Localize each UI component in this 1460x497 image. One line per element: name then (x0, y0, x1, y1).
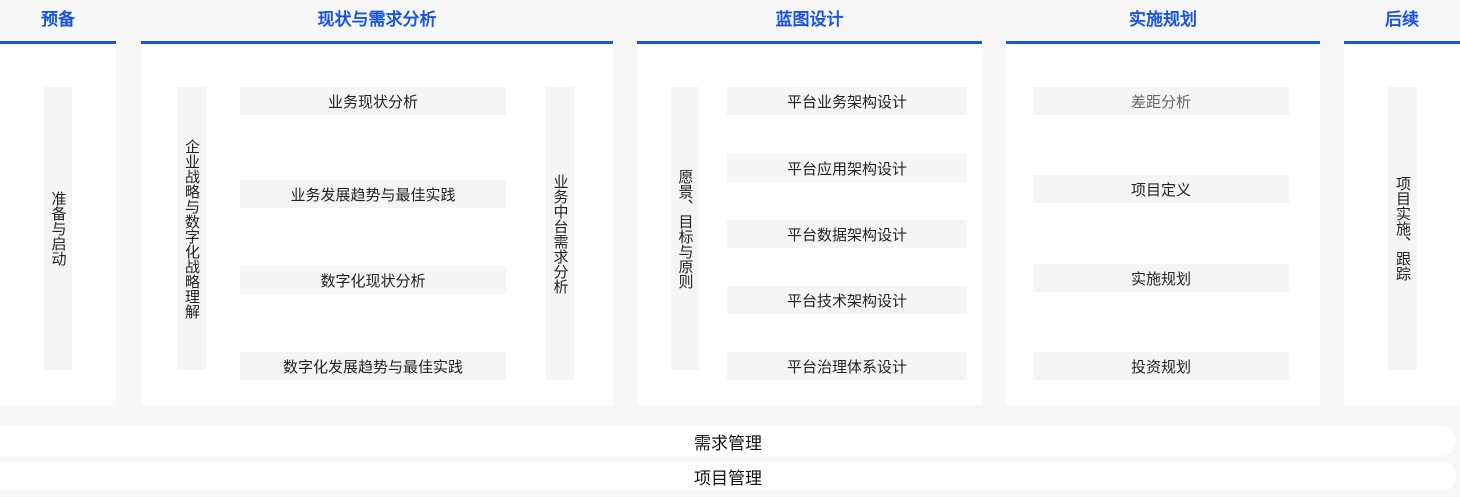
blueprint-item: 平台业务架构设计 (727, 87, 967, 115)
blueprint-item: 平台技术架构设计 (727, 286, 967, 314)
vision-vertical-box: 愿景、目标与原则 (671, 87, 699, 370)
project-management-bar: 项目管理 (0, 461, 1456, 491)
follow-vertical-box: 项目实施、跟踪 (1388, 87, 1417, 370)
requirements-management-bar: 需求管理 (0, 426, 1456, 456)
analysis-item: 数字化发展趋势与最佳实践 (240, 352, 506, 380)
phase-panel-follow: 项目实施、跟踪 (1344, 44, 1460, 405)
phase-panel-analysis: 企业战略与数字化战略理解 业务现状分析 业务发展趋势与最佳实践 数字化现状分析 … (141, 44, 613, 405)
analysis-item: 数字化现状分析 (240, 266, 506, 294)
blueprint-item: 平台应用架构设计 (727, 154, 967, 182)
implementation-item: 项目定义 (1033, 175, 1289, 203)
phase-title-prep: 预备 (41, 9, 75, 30)
phase-panel-implementation: 差距分析 项目定义 实施规划 投资规划 (1006, 44, 1320, 405)
blueprint-item: 平台治理体系设计 (727, 352, 967, 380)
phase-panel-prep: 准备与启动 (0, 44, 116, 405)
implementation-item: 实施规划 (1033, 264, 1289, 292)
implementation-item: 投资规划 (1033, 352, 1289, 380)
middle-platform-vertical-box: 业务中台需求分析 (546, 87, 574, 380)
prep-vertical-box: 准备与启动 (44, 87, 72, 370)
analysis-item: 业务发展趋势与最佳实践 (240, 180, 506, 208)
phase-panel-blueprint: 愿景、目标与原则 平台业务架构设计 平台应用架构设计 平台数据架构设计 平台技术… (637, 44, 982, 405)
phase-title-blueprint: 蓝图设计 (775, 9, 844, 30)
blueprint-item: 平台数据架构设计 (727, 220, 967, 248)
analysis-item: 业务现状分析 (240, 87, 506, 115)
strategy-vertical-box: 企业战略与数字化战略理解 (177, 87, 206, 370)
implementation-item: 差距分析 (1033, 87, 1289, 115)
phase-title-analysis: 现状与需求分析 (317, 9, 437, 30)
phase-title-implementation: 实施规划 (1129, 9, 1197, 30)
phase-title-follow: 后续 (1385, 9, 1419, 30)
